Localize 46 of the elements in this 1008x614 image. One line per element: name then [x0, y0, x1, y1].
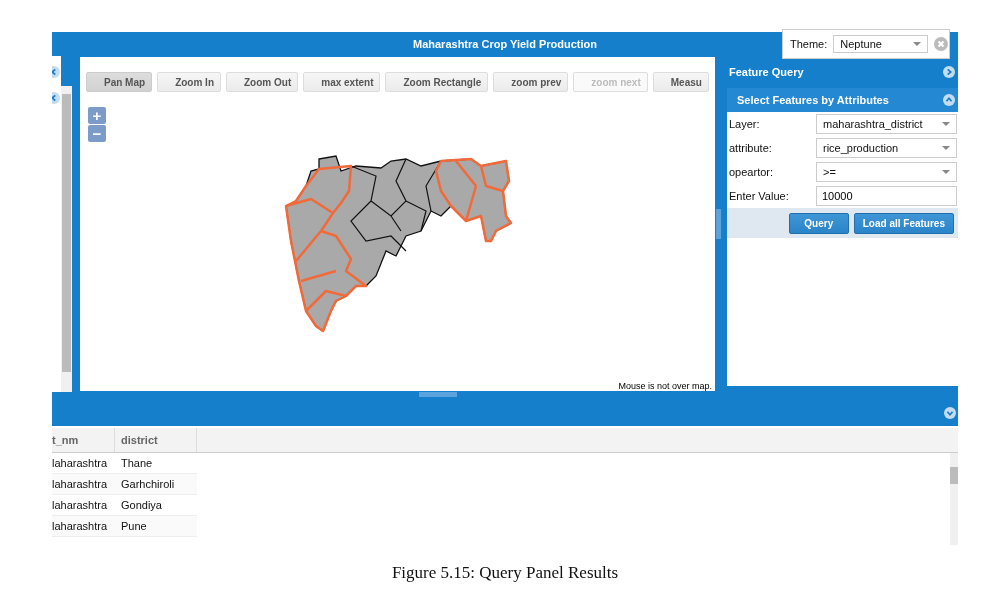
field-label: attribute: [729, 142, 773, 154]
collapse-handle[interactable] [716, 209, 721, 239]
collapse-icon[interactable] [944, 407, 956, 419]
scrollbar[interactable] [950, 453, 958, 545]
toolbar-button[interactable]: Zoom Out [226, 72, 299, 92]
window-title: Maharashtra Crop Yield Production [413, 38, 597, 50]
dropdown-arrow-icon[interactable] [942, 121, 950, 127]
scrollbar[interactable] [61, 86, 72, 392]
dropdown-arrow-icon[interactable] [942, 145, 950, 151]
table-cell-text: Thane [120, 456, 154, 471]
dropdown-field[interactable]: >= [816, 162, 957, 182]
toolbar-button[interactable]: Measu [652, 72, 709, 92]
field-label: opeartor: [729, 166, 775, 178]
toolbar-button[interactable]: Zoom Rectangle [385, 72, 489, 92]
toolbar-button[interactable]: zoom prev [493, 72, 569, 92]
map-status-text: Mouse is not over map. [618, 381, 712, 391]
toolbar-button[interactable]: Pan Map [86, 72, 153, 92]
section-title: Select Features by Attributes [737, 94, 889, 106]
column-header[interactable]: district [115, 428, 197, 452]
collapse-handle[interactable] [418, 392, 457, 397]
field-label: Layer: [729, 118, 761, 130]
toolbar-button[interactable]: Zoom In [157, 72, 221, 92]
dropdown-field[interactable]: maharashtra_district [816, 114, 957, 134]
table-cell-text: Gondiya [120, 498, 163, 513]
table-cell-text: Garhchiroli [120, 477, 176, 492]
input-field[interactable]: 10000 [816, 186, 957, 206]
theme-label: Theme: [790, 38, 828, 50]
dropdown-field[interactable]: rice_production [816, 138, 957, 158]
table-cell-text: Pune [120, 519, 148, 534]
expand-icon[interactable] [943, 66, 955, 78]
field-label: Enter Value: [729, 190, 790, 202]
dropdown-arrow-icon[interactable] [913, 41, 922, 47]
query-button[interactable]: Load all Features [853, 212, 954, 234]
table-cell-text: laharashtra [52, 519, 109, 534]
toolbar-button[interactable]: max extent [303, 72, 381, 92]
table-cell-text: laharashtra [52, 456, 109, 471]
query-button[interactable]: Query [788, 212, 849, 234]
dropdown-arrow-icon[interactable] [942, 169, 950, 175]
theme-dropdown[interactable]: Neptune [833, 35, 929, 53]
table-cell-text: laharashtra [52, 477, 109, 492]
clear-icon[interactable] [934, 37, 949, 51]
column-header[interactable]: t_nm [52, 428, 115, 452]
table-cell-text: laharashtra [52, 498, 109, 513]
panel-title: Feature Query [729, 66, 804, 78]
collapse-icon[interactable] [943, 94, 955, 106]
figure-caption: Figure 5.15: Query Panel Results [391, 563, 619, 582]
